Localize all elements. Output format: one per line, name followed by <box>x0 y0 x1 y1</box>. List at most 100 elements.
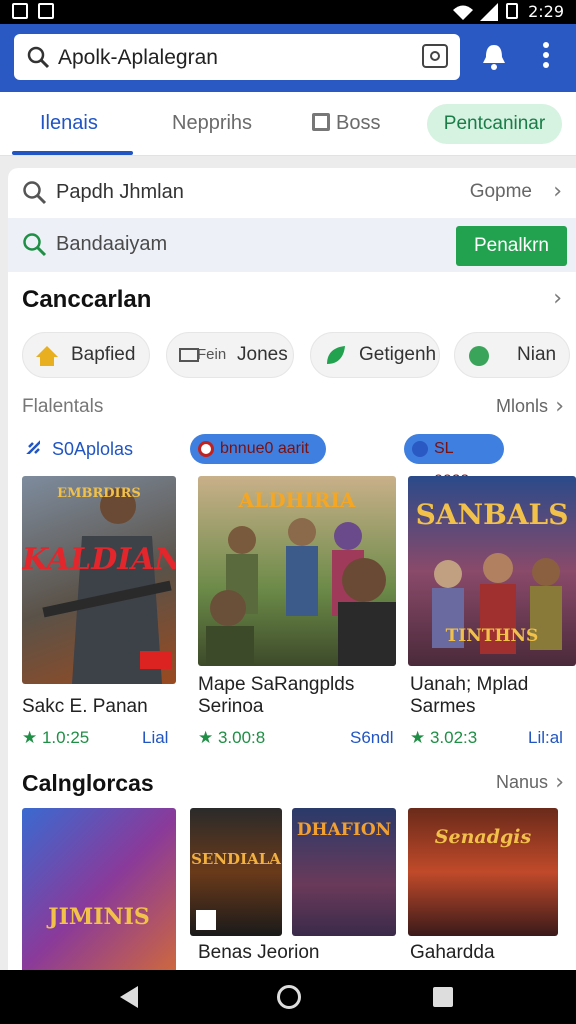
game-title-line: Mape SaRangplds <box>198 674 355 695</box>
chip-nian[interactable]: Nian <box>454 332 570 378</box>
camera-icon[interactable] <box>422 44 448 68</box>
game-rating-1: ★ 1.0:25 <box>22 728 89 748</box>
rating-badge-icon <box>196 910 216 930</box>
circle-icon <box>198 441 214 457</box>
home-icon[interactable] <box>277 985 301 1009</box>
category-title-4[interactable]: Gahardda <box>410 942 495 964</box>
clock: 2:29 <box>528 2 564 21</box>
badge-sl-eeas[interactable]: SL eeas <box>404 434 504 487</box>
chevron-right-icon[interactable]: › <box>555 394 564 419</box>
game-status-1: Lial <box>142 728 169 747</box>
game-status-2: S6ndl <box>350 728 394 747</box>
wifi-icon <box>453 5 473 20</box>
category-title-2[interactable]: Benas Jeorion <box>198 942 319 964</box>
star-icon: ★ <box>198 728 218 747</box>
recents-icon[interactable] <box>433 987 453 1007</box>
notification-icon <box>12 3 28 19</box>
badge-saplolas[interactable]: S0Aplolas <box>22 434 145 464</box>
rating-value: 3.02:3 <box>429 728 478 747</box>
star-icon: ★ <box>22 728 42 747</box>
book-icon <box>312 113 330 131</box>
category-art-4[interactable]: Senadgis <box>408 808 558 936</box>
tab-nepprihs[interactable]: Nepprihs <box>172 112 252 135</box>
navigation-bar <box>0 970 576 1024</box>
search-row[interactable]: Papdh Jhmlan Gopme › <box>8 168 576 218</box>
badge-label: S0Aplolas <box>52 439 134 459</box>
subsection-more-link[interactable]: Mlonls <box>496 396 548 417</box>
star-icon: ★ <box>410 728 430 747</box>
filter-button[interactable]: Penalkrn <box>456 226 567 266</box>
game-art-title: SANBALS <box>415 498 569 531</box>
category-art-3[interactable]: DHAFION <box>292 808 396 936</box>
chip-jones[interactable]: Fein Jones <box>166 332 294 378</box>
back-icon[interactable] <box>120 986 138 1008</box>
game-art-1[interactable]: EMBRDIRS KALDIAN <box>22 476 176 684</box>
section-more-link[interactable]: Nanus <box>496 772 548 793</box>
bolt-icon <box>412 441 428 457</box>
chevron-right-icon[interactable]: › <box>555 770 564 795</box>
game-title-line: Serinoa <box>198 696 264 717</box>
badge-aarit[interactable]: bnnue0 aarit <box>190 434 326 464</box>
category-art-1[interactable]: JIMINIS <box>22 808 176 978</box>
search-icon <box>23 181 47 205</box>
game-title-line: Sarmes <box>410 696 476 717</box>
game-art-3[interactable]: SANBALS TINTHNS <box>408 476 576 666</box>
chip-label: Nian <box>517 344 557 365</box>
badge-label: bnnue0 aarit <box>220 440 309 457</box>
game-rating-3: ★ 3.02:3 <box>410 728 477 748</box>
game-artwork <box>42 488 172 684</box>
active-tab-indicator <box>12 151 133 155</box>
rating-value: 1.0:25 <box>41 728 90 747</box>
game-art-subtitle: TINTHNS <box>445 626 539 646</box>
overflow-menu-icon[interactable] <box>540 42 552 72</box>
image-icon <box>38 3 54 19</box>
game-art-2[interactable]: ALDHIRIA <box>198 476 396 666</box>
game-title-line: Uanah; Mplad <box>410 674 529 695</box>
game-title-2[interactable]: Mape SaRangplds Serinoa <box>198 674 354 718</box>
search-row-action: Gopme <box>469 181 532 202</box>
chip-label: Bapfied <box>71 344 136 365</box>
subsection-title: Flalentals <box>22 396 104 417</box>
chevron-right-icon: › <box>553 179 562 204</box>
content-card: Papdh Jhmlan Gopme › Bandaaiyam Penalkrn… <box>8 168 576 978</box>
game-art-subtitle: EMBRDIRS <box>57 486 141 501</box>
status-bar: 2:29 <box>0 0 576 24</box>
house-icon <box>36 346 58 366</box>
game-art-title: ALDHIRIA <box>238 488 356 512</box>
search-icon <box>23 233 47 257</box>
filter-row: Bandaaiyam Penalkrn <box>8 218 576 272</box>
game-title-1[interactable]: Sakc E. Panan <box>22 696 148 718</box>
link-icon <box>26 440 40 454</box>
category-art-title: JIMINIS <box>48 904 150 930</box>
leaf-icon <box>327 346 345 364</box>
signal-icon <box>480 3 498 21</box>
tab-boss[interactable]: Boss <box>312 112 380 135</box>
battery-icon <box>506 3 518 19</box>
game-art-title: KALDIAN <box>22 542 176 577</box>
chip-label: Getigenh <box>359 344 437 365</box>
rating-value: 3.00:8 <box>217 728 266 747</box>
filter-text[interactable]: Bandaaiyam <box>56 233 167 256</box>
section-title: Canccarlan <box>22 286 152 313</box>
chip-label: Jones <box>237 344 288 365</box>
tab-pentcaninar[interactable]: Pentcaninar <box>427 104 562 144</box>
search-icon <box>27 46 50 69</box>
globe-icon <box>469 346 489 366</box>
category-art-title: Senadgis <box>434 826 532 848</box>
chip-bapfied[interactable]: Bapfied <box>22 332 150 378</box>
category-art-2[interactable]: SENDIALA <box>190 808 282 936</box>
section-title: Calnglorcas <box>22 770 154 796</box>
chip-prefix: Fein <box>197 346 227 363</box>
game-status-3: Lil:al <box>528 728 563 747</box>
bell-icon[interactable] <box>480 42 508 72</box>
app-bar: Apolk-Aplalegran <box>0 24 576 92</box>
search-bar[interactable]: Apolk-Aplalegran <box>14 34 460 80</box>
tab-ilenais[interactable]: Ilenais <box>40 112 98 135</box>
game-rating-2: ★ 3.00:8 <box>198 728 265 748</box>
tab-boss-label: Boss <box>336 112 381 134</box>
category-art-title: SENDIALA <box>191 850 281 868</box>
chevron-right-icon[interactable]: › <box>553 286 562 311</box>
search-text: Apolk-Aplalegran <box>58 46 218 69</box>
chip-getigenh[interactable]: Getigenh <box>310 332 440 378</box>
game-title-3[interactable]: Uanah; Mplad Sarmes <box>410 674 528 718</box>
